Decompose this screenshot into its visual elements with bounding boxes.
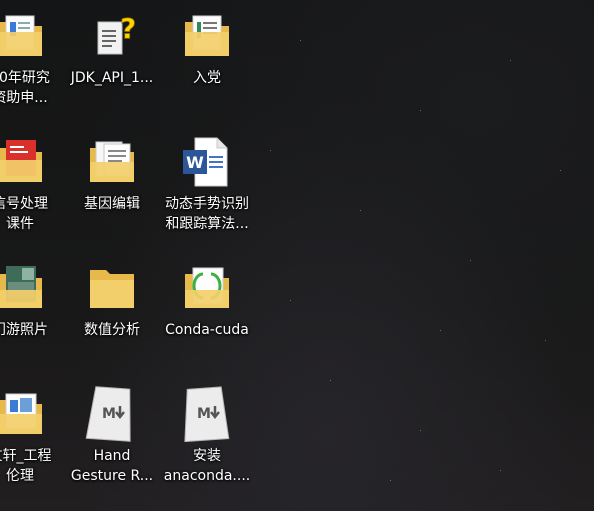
desktop-icon-hand-gesture-readme[interactable]: M Hand Gesture R... bbox=[67, 382, 157, 502]
icon-label: 文轩_工程 伦理 bbox=[0, 448, 52, 484]
icon-label: 动态手势识别 和跟踪算法... bbox=[165, 196, 249, 232]
icon-label: 数值分析 bbox=[84, 322, 140, 338]
svg-text:W: W bbox=[186, 153, 204, 172]
desktop-background: 20年研究 资助申... ? JDK_API_1... 入党 bbox=[0, 0, 594, 511]
icon-label: 安装 anaconda.... bbox=[163, 448, 251, 484]
folder-photos-icon bbox=[0, 266, 42, 308]
folder-icon bbox=[90, 270, 134, 308]
icon-label: 基因编辑 bbox=[84, 196, 140, 212]
desktop-icon-conda-cuda[interactable]: Conda-cuda bbox=[162, 256, 252, 376]
icon-label: 信号处理 课件 bbox=[0, 196, 48, 232]
icon-label: 20年研究 资助申... bbox=[0, 70, 50, 106]
icon-label: Conda-cuda bbox=[165, 322, 249, 338]
desktop-icon-travel-photos[interactable]: 门游照片 bbox=[0, 256, 65, 376]
folder-document-icon bbox=[185, 267, 229, 308]
markdown-file-icon: M bbox=[184, 386, 230, 442]
desktop-icon-research-funding[interactable]: 20年研究 资助申... bbox=[0, 4, 65, 124]
desktop-icon-install-anaconda[interactable]: M 安装 anaconda.... bbox=[162, 382, 252, 502]
desktop-icon-party-membership[interactable]: 入党 bbox=[162, 4, 252, 124]
folder-document-icon bbox=[185, 15, 229, 56]
desktop-icon-jdk-api[interactable]: ? JDK_API_1... bbox=[67, 4, 157, 124]
desktop-icon-signal-processing[interactable]: 信号处理 课件 bbox=[0, 130, 65, 250]
svg-text:?: ? bbox=[120, 12, 136, 45]
desktop-icon-numerical-analysis[interactable]: 数值分析 bbox=[67, 256, 157, 376]
word-document-icon: W bbox=[183, 137, 228, 187]
markdown-file-icon: M bbox=[85, 386, 131, 442]
folder-red-document-icon bbox=[0, 140, 42, 182]
icon-label: 入党 bbox=[193, 70, 221, 86]
help-file-icon: ? bbox=[97, 12, 137, 55]
folder-document-icon bbox=[0, 15, 42, 56]
folder-document-icon bbox=[0, 393, 42, 434]
desktop-icon-engineering-ethics[interactable]: 文轩_工程 伦理 bbox=[0, 382, 65, 502]
icon-label: Hand Gesture R... bbox=[70, 448, 154, 484]
desktop-icon-gene-editing[interactable]: 基因编辑 bbox=[67, 130, 157, 250]
icon-label: 门游照片 bbox=[0, 322, 48, 338]
folder-document-icon bbox=[90, 141, 134, 182]
svg-text:M: M bbox=[102, 406, 116, 422]
svg-text:M: M bbox=[197, 406, 211, 422]
icon-label: JDK_API_1... bbox=[70, 70, 154, 86]
desktop-icon-gesture-recognition-doc[interactable]: W 动态手势识别 和跟踪算法... bbox=[162, 130, 252, 250]
